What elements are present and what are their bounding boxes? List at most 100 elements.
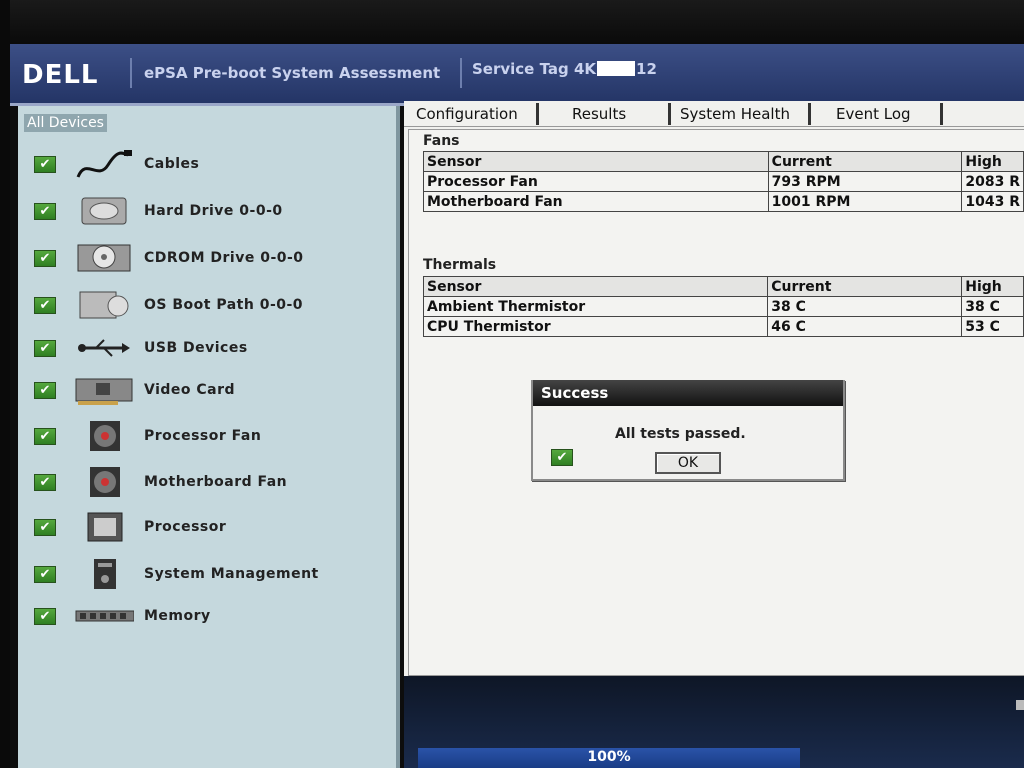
check-icon: ✔ (551, 449, 573, 466)
device-item-usb[interactable]: ✔ USB Devices (34, 330, 248, 366)
table-cell: 38 C (961, 296, 1024, 317)
check-icon[interactable]: ✔ (34, 202, 56, 220)
cdrom-icon (74, 241, 134, 275)
device-item-motherboard-fan[interactable]: ✔ Motherboard Fan (34, 464, 287, 500)
tab-separator (940, 103, 943, 125)
thermals-table: Sensor Current High Ambient Thermistor 3… (422, 276, 1024, 337)
fans-table: Sensor Current High Processor Fan 793 RP… (423, 151, 1024, 212)
fan-icon (74, 465, 134, 499)
device-label: USB Devices (144, 340, 248, 356)
device-item-memory[interactable]: ✔ Memory (34, 598, 211, 634)
table-cell: Processor Fan (423, 171, 769, 192)
check-icon[interactable]: ✔ (34, 473, 56, 491)
hard-drive-icon (74, 194, 134, 228)
column-header: Sensor (423, 151, 769, 172)
monitor-bezel-left (0, 0, 10, 768)
tab-separator (808, 103, 811, 125)
table-header-row: Sensor Current High (422, 276, 1024, 297)
table-cell: 46 C (767, 316, 963, 337)
tab-separator (536, 103, 539, 125)
check-icon[interactable]: ✔ (34, 381, 56, 399)
app-header: DELL ePSA Pre-boot System Assessment Ser… (10, 44, 1024, 106)
system-management-icon (74, 557, 134, 591)
table-header-row: Sensor Current High (423, 151, 1024, 172)
check-icon[interactable]: ✔ (34, 518, 56, 536)
device-item-hard-drive[interactable]: ✔ Hard Drive 0-0-0 (34, 193, 283, 229)
check-icon[interactable]: ✔ (34, 427, 56, 445)
dialog-message: All tests passed. (615, 426, 746, 442)
progress-label: 100% (587, 749, 631, 765)
thermals-section-title: Thermals (423, 257, 497, 273)
table-cell: 38 C (767, 296, 963, 317)
header-separator (460, 58, 462, 88)
usb-icon (74, 331, 134, 365)
device-item-cdrom[interactable]: ✔ CDROM Drive 0-0-0 (34, 240, 304, 276)
table-cell: 53 C (961, 316, 1024, 337)
device-item-video-card[interactable]: ✔ Video Card (34, 372, 235, 408)
memory-icon (74, 599, 134, 633)
device-item-cables[interactable]: ✔ Cables (34, 146, 199, 182)
scroll-handle[interactable] (1016, 700, 1024, 710)
device-label: System Management (144, 566, 319, 582)
check-icon[interactable]: ✔ (34, 607, 56, 625)
check-icon[interactable]: ✔ (34, 155, 56, 173)
fans-section-title: Fans (423, 133, 460, 149)
monitor-bezel-top (0, 0, 1024, 44)
device-item-processor-fan[interactable]: ✔ Processor Fan (34, 418, 261, 454)
tab-system-health[interactable]: System Health (680, 105, 790, 123)
table-cell: 1001 RPM (767, 191, 963, 212)
check-icon[interactable]: ✔ (34, 565, 56, 583)
device-sidebar: All Devices ✔ Cables ✔ Hard Drive 0-0-0 … (18, 106, 400, 768)
column-header: High (961, 276, 1024, 297)
video-card-icon (74, 373, 134, 407)
column-header: Sensor (422, 276, 769, 297)
service-tag-prefix: Service Tag 4K (472, 60, 597, 78)
table-row: CPU Thermistor 46 C 53 C (422, 316, 1024, 337)
tab-results[interactable]: Results (572, 105, 626, 123)
device-label: OS Boot Path 0-0-0 (144, 297, 304, 313)
ok-button[interactable]: OK (655, 452, 721, 474)
table-cell: CPU Thermistor (422, 316, 769, 337)
check-icon[interactable]: ✔ (34, 339, 56, 357)
device-label: CDROM Drive 0-0-0 (144, 250, 304, 266)
column-header: High (961, 151, 1024, 172)
processor-icon (74, 510, 134, 544)
column-header: Current (767, 151, 963, 172)
header-separator (130, 58, 132, 88)
device-label: Video Card (144, 382, 236, 398)
table-row: Motherboard Fan 1001 RPM 1043 R (423, 191, 1024, 212)
all-devices-header[interactable]: All Devices (24, 114, 107, 132)
fan-icon (74, 419, 134, 453)
status-bar: 100% (404, 676, 1024, 768)
table-cell: 2083 R (961, 171, 1024, 192)
tab-separator (668, 103, 671, 125)
table-cell: 793 RPM (767, 171, 963, 192)
device-item-system-management[interactable]: ✔ System Management (34, 556, 319, 592)
progress-bar: 100% (418, 748, 800, 768)
device-label: Memory (144, 608, 211, 624)
app-title: ePSA Pre-boot System Assessment (144, 64, 441, 82)
device-label: Processor Fan (144, 428, 262, 444)
dell-logo: DELL (22, 60, 99, 90)
device-label: Processor (144, 519, 227, 535)
device-item-processor[interactable]: ✔ Processor (34, 509, 226, 545)
service-tag-suffix: 12 (636, 60, 657, 78)
table-row: Ambient Thermistor 38 C 38 C (422, 296, 1024, 317)
dialog-title: Success (533, 380, 843, 406)
check-icon[interactable]: ✔ (34, 249, 56, 267)
table-cell: Motherboard Fan (423, 191, 769, 212)
check-icon[interactable]: ✔ (34, 296, 56, 314)
column-header: Current (767, 276, 963, 297)
device-label: Motherboard Fan (144, 474, 288, 490)
table-cell: 1043 R (961, 191, 1024, 212)
device-label: Cables (144, 156, 200, 172)
boot-path-icon (74, 288, 134, 322)
cable-icon (74, 147, 134, 181)
table-row: Processor Fan 793 RPM 2083 R (423, 171, 1024, 192)
tab-bar: Configuration Results System Health Even… (404, 101, 1024, 127)
service-tag: Service Tag 4K 12 (472, 60, 657, 78)
device-item-os-boot-path[interactable]: ✔ OS Boot Path 0-0-0 (34, 287, 303, 323)
success-dialog: Success All tests passed. ✔ OK (531, 380, 845, 481)
tab-event-log[interactable]: Event Log (836, 105, 911, 123)
tab-configuration[interactable]: Configuration (416, 105, 518, 123)
